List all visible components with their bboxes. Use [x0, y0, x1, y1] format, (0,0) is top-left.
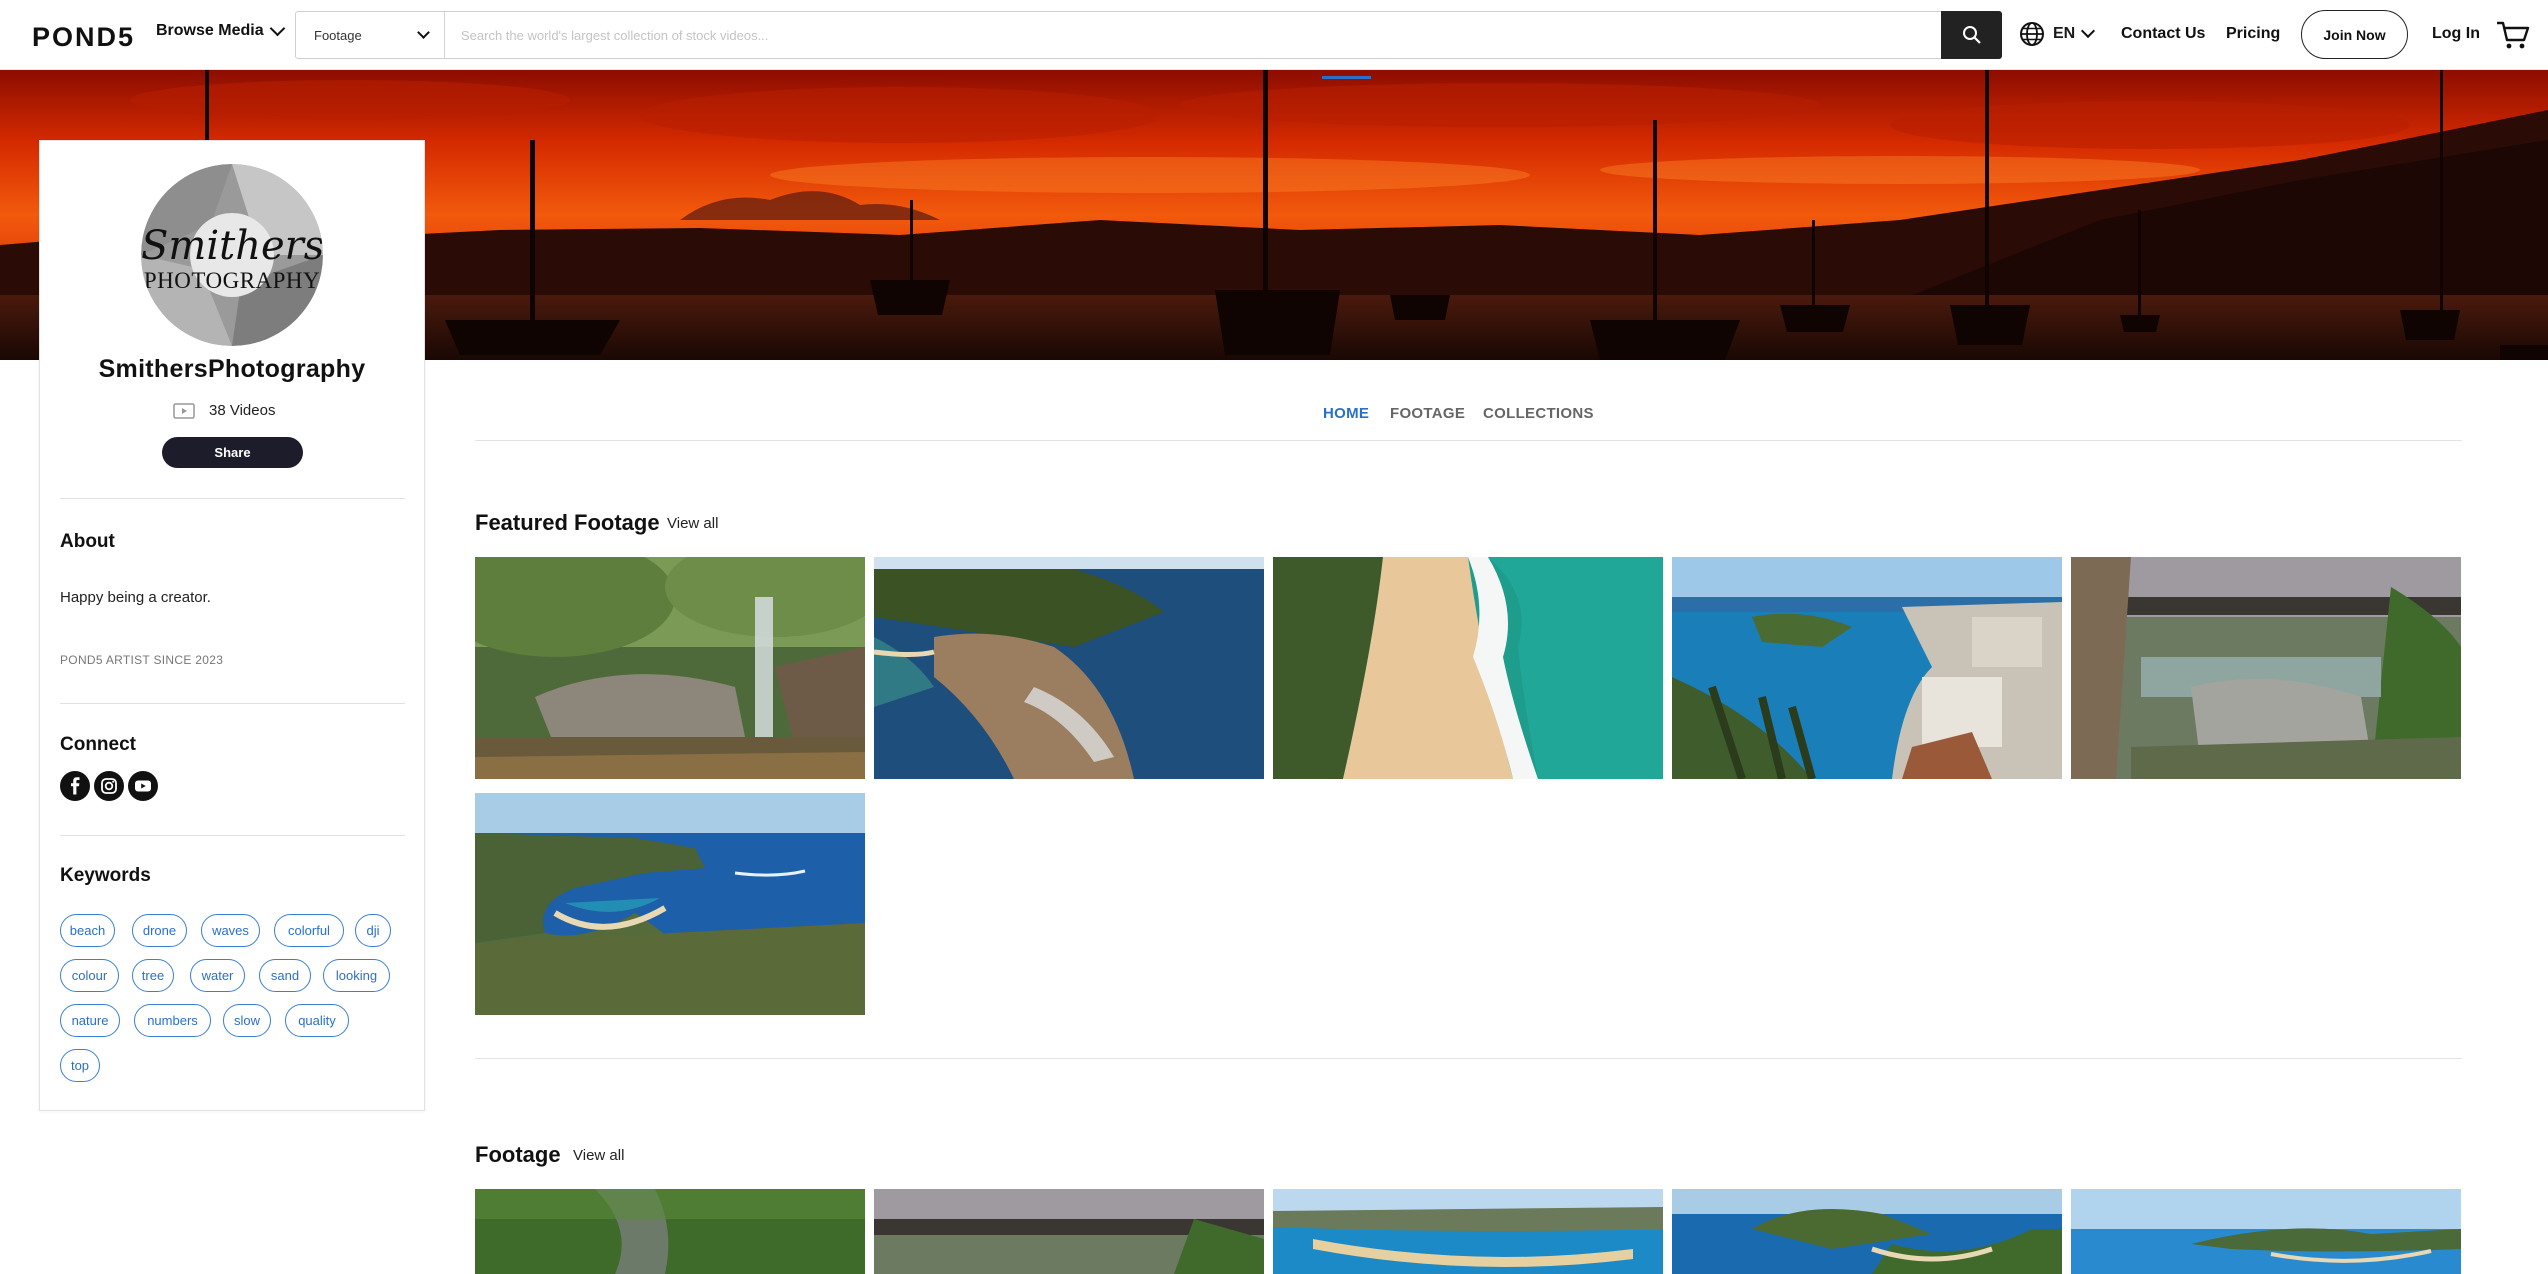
login-link[interactable]: Log In	[2432, 25, 2480, 43]
search-bar: Footage	[295, 11, 2002, 59]
chevron-down-icon	[269, 20, 285, 36]
keyword-tag[interactable]: looking	[323, 959, 390, 992]
contact-us-link[interactable]: Contact Us	[2121, 25, 2205, 43]
keyword-tag[interactable]: tree	[132, 959, 174, 992]
keyword-tag[interactable]: dji	[355, 914, 391, 947]
chevron-down-icon	[2081, 23, 2096, 39]
keyword-tag[interactable]: slow	[223, 1004, 271, 1037]
tab-home[interactable]: HOME	[1323, 405, 1369, 422]
profile-tabs: HOME FOOTAGE COLLECTIONS	[475, 360, 2462, 441]
share-button[interactable]: Share	[162, 437, 303, 468]
featured-footage-thumbnail[interactable]	[1273, 557, 1663, 779]
cart-icon[interactable]	[2496, 20, 2530, 55]
section-divider	[475, 1058, 2462, 1059]
featured-footage-thumbnail[interactable]	[1672, 557, 2062, 779]
search-input[interactable]	[445, 12, 1945, 58]
artist-name: SmithersPhotography	[98, 355, 366, 383]
keywords-title: Keywords	[60, 865, 151, 886]
tab-footage[interactable]: FOOTAGE	[1390, 405, 1465, 422]
pond5-logo[interactable]: POND5	[32, 22, 135, 53]
about-title: About	[60, 531, 115, 552]
keyword-tag[interactable]: colour	[60, 959, 119, 992]
facebook-icon[interactable]	[60, 771, 90, 801]
about-text: Happy being a creator.	[60, 589, 211, 606]
search-category-label: Footage	[314, 27, 362, 43]
instagram-icon[interactable]	[94, 771, 124, 801]
language-label: EN	[2053, 25, 2076, 42]
divider	[60, 703, 405, 704]
keyword-tag[interactable]: sand	[259, 959, 311, 992]
active-tab-indicator	[1322, 76, 1371, 79]
keyword-tag[interactable]: beach	[60, 914, 115, 947]
join-now-button[interactable]: Join Now	[2301, 10, 2408, 59]
keyword-tag[interactable]: colorful	[274, 914, 344, 947]
artist-avatar: Smithers PHOTOGRAPHY	[141, 164, 323, 346]
footage-thumbnail[interactable]	[2071, 1189, 2461, 1274]
footage-thumbnail[interactable]	[874, 1189, 1264, 1274]
social-links	[60, 771, 158, 801]
avatar-logo-subtitle: PHOTOGRAPHY	[143, 268, 321, 293]
chevron-down-icon	[417, 25, 430, 39]
video-icon	[173, 402, 195, 419]
video-count-label: 38 Videos	[209, 402, 276, 419]
keyword-tag[interactable]: nature	[60, 1004, 120, 1037]
search-category-select[interactable]: Footage	[296, 12, 445, 58]
globe-icon	[2020, 22, 2044, 46]
artist-profile-card: Smithers PHOTOGRAPHY SmithersPhotography…	[39, 140, 425, 1111]
featured-view-all-link[interactable]: View all	[667, 515, 718, 532]
footage-thumbnail[interactable]	[1672, 1189, 2062, 1274]
search-button[interactable]	[1941, 11, 2002, 59]
keyword-tag[interactable]: waves	[201, 914, 260, 947]
browse-media-menu[interactable]: Browse Media	[156, 20, 285, 40]
youtube-icon[interactable]	[128, 771, 158, 801]
keyword-tag[interactable]: numbers	[134, 1004, 211, 1037]
keyword-tag[interactable]: drone	[132, 914, 187, 947]
featured-footage-thumbnail[interactable]	[475, 557, 865, 779]
divider	[60, 498, 405, 499]
footage-thumbnail[interactable]	[1273, 1189, 1663, 1274]
footage-thumbnail[interactable]	[475, 1189, 865, 1274]
connect-title: Connect	[60, 734, 136, 755]
featured-footage-thumbnail[interactable]	[874, 557, 1264, 779]
language-selector[interactable]: EN	[2019, 21, 2096, 47]
top-nav-bar: POND5 Browse Media Footage Search the wo…	[0, 0, 2548, 70]
artist-since-text: POND5 ARTIST SINCE 2023	[60, 653, 224, 667]
featured-footage-thumbnail[interactable]	[2071, 557, 2461, 779]
featured-footage-title: Featured Footage	[475, 510, 660, 535]
search-icon	[1962, 26, 1981, 44]
keyword-tag[interactable]: quality	[285, 1004, 349, 1037]
keyword-tag[interactable]: water	[190, 959, 245, 992]
featured-footage-thumbnail[interactable]	[475, 793, 865, 1015]
footage-view-all-link[interactable]: View all	[573, 1147, 624, 1164]
avatar-logo-script: Smithers	[141, 223, 323, 269]
pricing-link[interactable]: Pricing	[2226, 25, 2280, 43]
browse-media-label: Browse Media	[156, 22, 264, 39]
keyword-tag[interactable]: top	[60, 1049, 100, 1082]
video-count: 38 Videos	[173, 402, 275, 419]
tab-collections[interactable]: COLLECTIONS	[1483, 405, 1594, 422]
divider	[60, 835, 405, 836]
footage-section-title: Footage	[475, 1142, 561, 1167]
